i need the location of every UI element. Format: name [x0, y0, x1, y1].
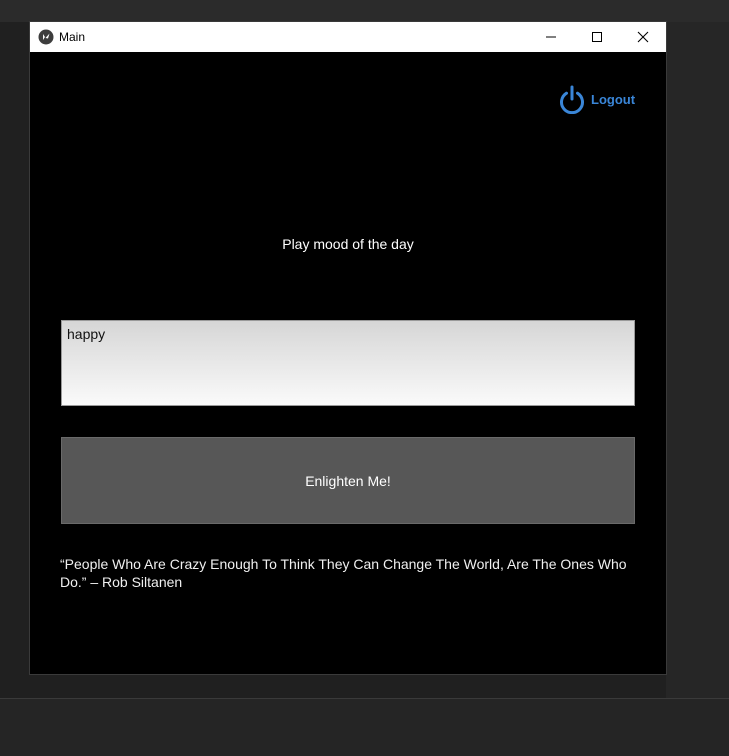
minimize-icon: [546, 36, 556, 38]
main-window: Main Logout Play mood of the day happy E…: [30, 22, 666, 674]
taskbar-area: [0, 698, 729, 756]
logout-button[interactable]: Logout: [557, 84, 635, 114]
logout-label: Logout: [591, 91, 636, 107]
maximize-icon: [592, 32, 602, 42]
mood-label: Play mood of the day: [282, 236, 414, 252]
maximize-button[interactable]: [574, 22, 620, 52]
minimize-button[interactable]: [528, 22, 574, 52]
desktop-top-bar: [0, 0, 729, 22]
power-icon: [560, 85, 584, 114]
window-title: Main: [59, 30, 86, 44]
title-bar[interactable]: Main: [30, 22, 666, 52]
quote-text: “People Who Are Crazy Enough To Think Th…: [60, 556, 627, 590]
enlighten-button[interactable]: Enlighten Me!: [61, 437, 635, 524]
desktop-background: [666, 22, 729, 698]
close-icon: [637, 31, 649, 43]
enlighten-button-label: Enlighten Me!: [305, 472, 391, 489]
close-button[interactable]: [620, 22, 666, 52]
kivy-logo-icon: [38, 29, 54, 45]
mood-input[interactable]: happy: [61, 320, 635, 406]
app-content: Logout Play mood of the day happy Enligh…: [30, 52, 666, 674]
